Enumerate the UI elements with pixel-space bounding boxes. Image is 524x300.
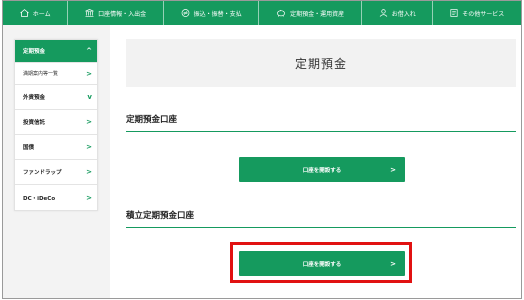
chevron-down-icon: v [87, 93, 92, 101]
nav-item-label: 口座情報・入出金 [98, 10, 147, 18]
sidebar-item-maturity-list[interactable]: 満期案内等一覧 > [15, 63, 97, 85]
top-navigation: ホーム 口座情報・入出金 振込・振替・支払 定期預金・運用資産 お借入れ その他… [3, 1, 521, 25]
button-label: 口座を開設する [302, 167, 342, 174]
home-icon [19, 9, 29, 17]
sidebar-item-label: 満期案内等一覧 [23, 71, 59, 77]
nav-item-other-services[interactable]: その他サービス [433, 1, 521, 25]
nav-item-label: 振込・振替・支払 [193, 10, 242, 18]
sidebar-item-fixed-deposit[interactable]: 定期預金 ^ [15, 40, 97, 63]
sidebar-item-foreign-deposit[interactable]: 外貨預金 v [15, 85, 97, 110]
loan-icon [379, 9, 388, 17]
nav-item-home[interactable]: ホーム [3, 1, 69, 25]
chevron-up-icon: ^ [86, 47, 92, 55]
chevron-right-icon: > [390, 165, 396, 174]
chevron-right-icon: > [86, 118, 92, 126]
sidebar-item-label: 定期預金 [23, 49, 46, 55]
nav-item-label: ホーム [32, 10, 51, 18]
chevron-right-icon: > [86, 143, 92, 151]
sidebar-item-label: 国債 [23, 145, 35, 151]
sidebar-item-government-bonds[interactable]: 国債 > [15, 135, 97, 160]
sidebar: 定期預金 ^ 満期案内等一覧 > 外貨預金 v 投資信託 > 国債 > ファンド… [14, 39, 98, 211]
highlight-box [230, 242, 412, 283]
bank-icon [85, 9, 94, 17]
chevron-right-icon: > [86, 193, 92, 202]
sidebar-item-label: 投資信託 [23, 120, 46, 126]
section-heading-installment-deposit-account: 積立定期預金口座 [126, 209, 516, 228]
transfer-icon [181, 9, 190, 17]
nav-item-label: その他サービス [462, 10, 505, 18]
chevron-right-icon: > [86, 168, 92, 176]
sidebar-item-investment-trust[interactable]: 投資信託 > [15, 110, 97, 135]
page-frame: ホーム 口座情報・入出金 振込・振替・支払 定期預金・運用資産 お借入れ その他… [2, 0, 522, 299]
sidebar-item-dc-ideco[interactable]: DC・iDeCo > [15, 185, 97, 210]
open-fixed-deposit-account-button[interactable]: 口座を開設する > [239, 157, 405, 182]
nav-item-account-info[interactable]: 口座情報・入出金 [68, 1, 164, 25]
sidebar-item-label: ファンドラップ [23, 170, 62, 176]
nav-item-loans[interactable]: お借入れ [362, 1, 434, 25]
nav-item-label: 定期預金・運用資産 [290, 10, 345, 18]
sidebar-item-label: 外貨預金 [23, 95, 46, 101]
chevron-right-icon: > [86, 69, 92, 78]
nav-item-label: お借入れ [391, 10, 416, 18]
nav-item-deposits[interactable]: 定期預金・運用資産 [259, 1, 362, 25]
services-icon [450, 9, 458, 17]
nav-item-transfer[interactable]: 振込・振替・支払 [164, 1, 260, 25]
section-heading-fixed-deposit-account: 定期預金口座 [126, 113, 516, 132]
page-title: 定期預金 [126, 39, 516, 87]
piggy-bank-icon [276, 9, 286, 17]
sidebar-item-label: DC・iDeCo [23, 195, 56, 202]
sidebar-item-fund-wrap[interactable]: ファンドラップ > [15, 160, 97, 185]
